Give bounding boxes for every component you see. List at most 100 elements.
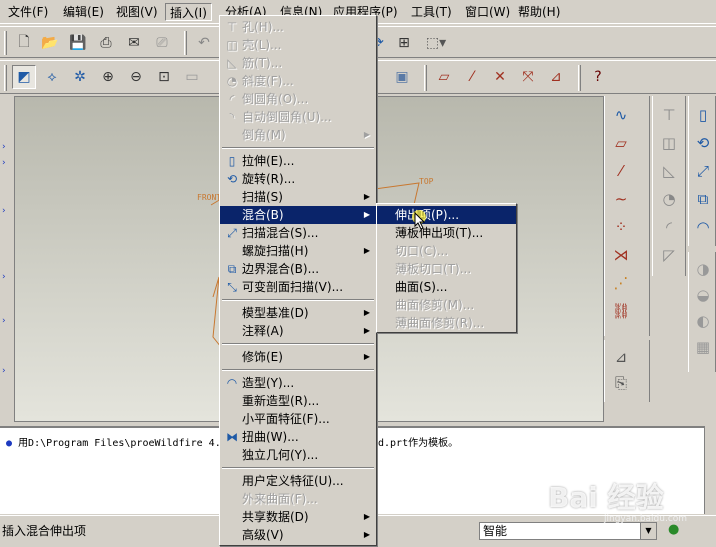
- select-box-icon[interactable]: ⬚▾: [418, 31, 454, 55]
- toolbar-grip[interactable]: [578, 65, 581, 91]
- spin-center-icon[interactable]: ⟡: [40, 65, 64, 89]
- datum-point-icon[interactable]: ⁘: [607, 214, 635, 240]
- style-icon[interactable]: ◠: [689, 214, 716, 240]
- toolbar-grip[interactable]: [4, 65, 7, 91]
- menu-item-swept-blend[interactable]: ⤢ 扫描混合(S)...: [220, 224, 376, 242]
- menu-item-draft[interactable]: ◔ 斜度(F)...: [220, 72, 376, 90]
- menu-item-auto-round[interactable]: ◝ 自动倒圆角(U)...: [220, 108, 376, 126]
- sketch-curve-icon[interactable]: ∿: [607, 102, 635, 128]
- print-icon[interactable]: ⎙: [94, 31, 118, 55]
- submenu-item-thin-surface-trim[interactable]: 薄曲面修剪(R)...: [377, 314, 516, 332]
- shell-icon[interactable]: ◫: [655, 130, 683, 156]
- datum-label-top[interactable]: TOP: [419, 177, 433, 186]
- left-navigator-strip[interactable]: › › › › › ›: [0, 96, 14, 422]
- expand-arrow-icon[interactable]: ›: [2, 316, 10, 326]
- sweep-icon[interactable]: ⤢: [689, 158, 716, 184]
- orient-icon[interactable]: ✲: [68, 65, 92, 89]
- submenu-item-surface[interactable]: 曲面(S)...: [377, 278, 516, 296]
- merge-icon[interactable]: ◒: [689, 282, 716, 308]
- menu-item-restyle[interactable]: 重新造型(R)...: [220, 392, 376, 410]
- datum-axis-icon[interactable]: ⁄: [607, 158, 635, 184]
- menu-item-revolve[interactable]: ⟲ 旋转(R)...: [220, 170, 376, 188]
- menu-item-model-datum[interactable]: 模型基准(D) ▶: [220, 304, 376, 322]
- send-mail-icon[interactable]: ✉: [122, 31, 146, 55]
- chevron-down-icon[interactable]: ▼: [640, 523, 656, 539]
- toolbar-grip[interactable]: [4, 31, 7, 55]
- menu-item-sweep[interactable]: 扫描(S) ▶: [220, 188, 376, 206]
- analysis-icon[interactable]: ⋰: [607, 270, 635, 296]
- menu-file[interactable]: 文件(F): [4, 3, 52, 21]
- undo-icon[interactable]: ↶: [192, 31, 216, 55]
- expand-arrow-icon[interactable]: ›: [2, 158, 10, 168]
- binoculars-icon[interactable]: ⊞: [392, 31, 416, 55]
- view-icon[interactable]: ▭: [180, 65, 204, 89]
- extrude-icon[interactable]: ▯: [689, 102, 716, 128]
- datum-point-icon[interactable]: ✕: [488, 65, 512, 89]
- revolve-icon[interactable]: ⟲: [689, 130, 716, 156]
- help-pointer-icon[interactable]: ?: [586, 65, 610, 89]
- zoom-out-icon[interactable]: ⊖: [124, 65, 148, 89]
- rib-icon[interactable]: ◺: [655, 158, 683, 184]
- refit-icon[interactable]: ⊡: [152, 65, 176, 89]
- message-scrollbar[interactable]: [704, 426, 716, 514]
- datum-axis-icon[interactable]: ⁄: [460, 65, 484, 89]
- menu-item-annotation[interactable]: 注释(A) ▶: [220, 322, 376, 340]
- send-icon[interactable]: ⎚: [150, 31, 174, 55]
- menu-item-shell[interactable]: ◫ 壳(L)...: [220, 36, 376, 54]
- submenu-item-protrusion[interactable]: 伸出项(P)...: [377, 206, 516, 224]
- coord-sys-icon[interactable]: ⤧: [516, 65, 540, 89]
- open-folder-icon[interactable]: 📂: [38, 31, 62, 55]
- trim-icon[interactable]: ◐: [689, 308, 716, 334]
- menu-edit[interactable]: 编辑(E): [59, 3, 108, 21]
- menu-item-facet-feature[interactable]: 小平面特征(F)...: [220, 410, 376, 428]
- save-icon[interactable]: 💾: [66, 31, 90, 55]
- zoom-in-icon[interactable]: ⊕: [96, 65, 120, 89]
- toolbar-grip[interactable]: [424, 65, 427, 91]
- menu-item-extrude[interactable]: ▯ 拉伸(E)...: [220, 152, 376, 170]
- shading-icon[interactable]: ▣: [390, 65, 414, 89]
- menu-item-var-section-sweep[interactable]: ⤡ 可变剖面扫描(V)...: [220, 278, 376, 296]
- menu-item-chamfer[interactable]: 倒角(M) ▶: [220, 126, 376, 144]
- menu-item-independent-geometry[interactable]: 独立几何(Y)...: [220, 446, 376, 464]
- menu-item-shared-data[interactable]: 共享数据(D) ▶: [220, 508, 376, 526]
- mirror-icon[interactable]: ◑: [689, 256, 716, 282]
- pattern-icon[interactable]: ▦: [689, 334, 716, 360]
- menu-item-blend[interactable]: 混合(B) ▶: [220, 206, 376, 224]
- menu-item-hole[interactable]: ⊤ 孔(H)...: [220, 18, 376, 36]
- menu-item-warp[interactable]: ⧓ 扭曲(W)...: [220, 428, 376, 446]
- round-icon[interactable]: ◜: [655, 214, 683, 240]
- chain-icon[interactable]: ⛓: [607, 298, 635, 324]
- layer-icon[interactable]: ⎘: [607, 370, 635, 396]
- expand-arrow-icon[interactable]: ›: [2, 366, 10, 376]
- selection-filter-select[interactable]: 智能 ▼: [479, 522, 657, 540]
- new-file-icon[interactable]: 🗋: [12, 31, 36, 55]
- menu-item-advanced[interactable]: 高级(V) ▶: [220, 526, 376, 544]
- menu-item-round[interactable]: ◜ 倒圆角(O)...: [220, 90, 376, 108]
- toolbar-grip[interactable]: [184, 31, 187, 55]
- menu-item-style[interactable]: ◠ 造型(Y)...: [220, 374, 376, 392]
- menu-window[interactable]: 窗口(W): [461, 3, 514, 21]
- menu-insert[interactable]: 插入(I): [165, 3, 212, 21]
- menu-item-udf[interactable]: 用户定义特征(U)...: [220, 472, 376, 490]
- expand-arrow-icon[interactable]: ›: [2, 142, 10, 152]
- repaint-icon[interactable]: ◩: [12, 65, 36, 89]
- boundary-blend-icon[interactable]: ⧉: [689, 186, 716, 212]
- note-icon[interactable]: ⊿: [607, 344, 635, 370]
- submenu-item-thin-cut[interactable]: 薄板切口(T)...: [377, 260, 516, 278]
- submenu-item-surface-trim[interactable]: 曲面修剪(M)...: [377, 296, 516, 314]
- coord-sys-icon[interactable]: ⋊: [607, 242, 635, 268]
- menu-item-boundary-blend[interactable]: ⧉ 边界混合(B)...: [220, 260, 376, 278]
- menu-help[interactable]: 帮助(H): [514, 3, 564, 21]
- menu-view[interactable]: 视图(V): [112, 3, 162, 21]
- menu-item-cosmetic[interactable]: 修饰(E) ▶: [220, 348, 376, 366]
- datum-plane-icon[interactable]: ▱: [607, 130, 635, 156]
- menu-item-foreign-surface[interactable]: 外来曲面(F)...: [220, 490, 376, 508]
- submenu-item-cut[interactable]: 切口(C)...: [377, 242, 516, 260]
- hole-icon[interactable]: ⊤: [655, 102, 683, 128]
- menu-item-helical-sweep[interactable]: 螺旋扫描(H) ▶: [220, 242, 376, 260]
- menu-item-rib[interactable]: ◺ 筋(T)...: [220, 54, 376, 72]
- datum-plane-icon[interactable]: ▱: [432, 65, 456, 89]
- submenu-item-thin-protrusion[interactable]: 薄板伸出项(T)...: [377, 224, 516, 242]
- datum-label-front[interactable]: FRONT: [197, 193, 221, 202]
- chamfer-icon[interactable]: ◸: [655, 242, 683, 268]
